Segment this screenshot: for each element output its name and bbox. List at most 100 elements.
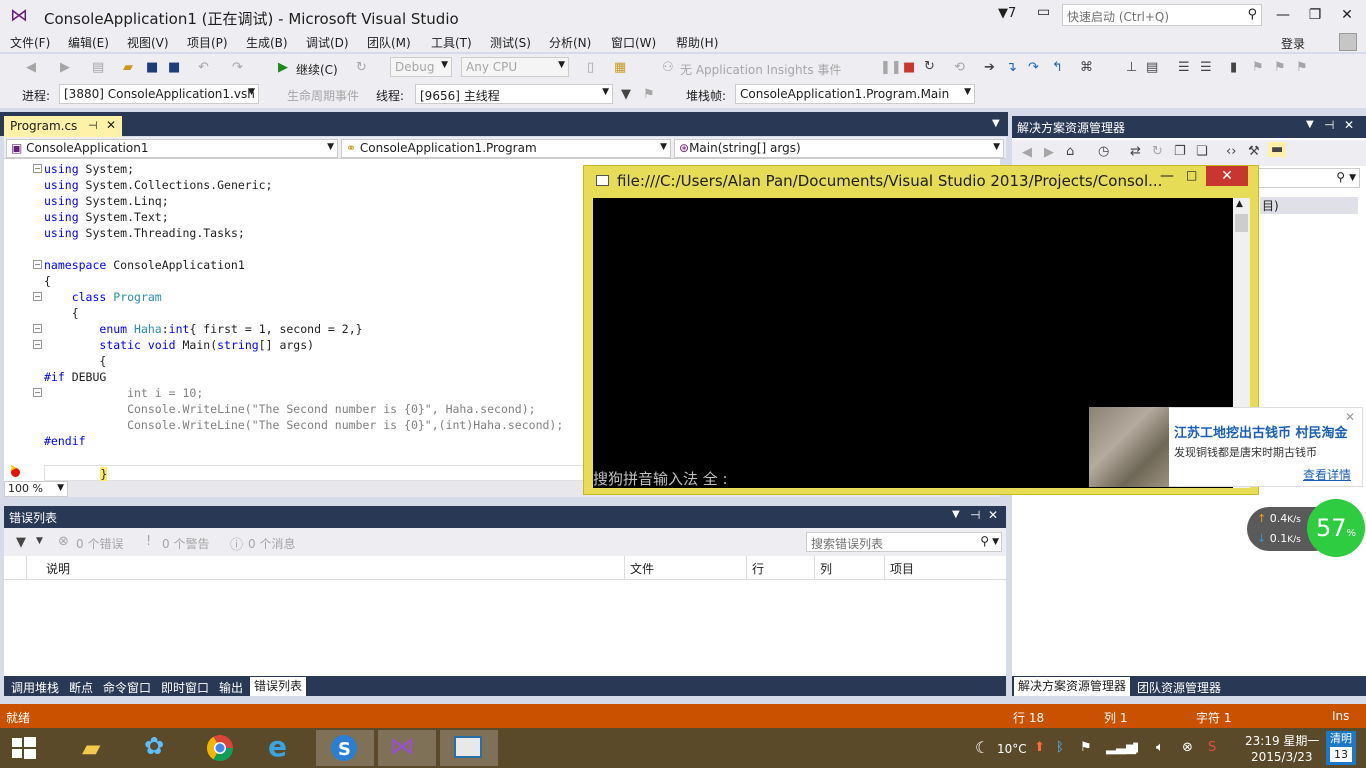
menu-test[interactable]: 测试(S) (490, 34, 531, 51)
menu-debug[interactable]: 调试(D) (306, 34, 349, 51)
taskbar-visual-studio[interactable]: ⋈ (378, 730, 436, 766)
quick-launch-input[interactable]: 快速启动 (Ctrl+Q) ⚲ (1062, 4, 1262, 26)
notifications-button[interactable]: ▼7 (998, 6, 1016, 21)
continue-play-icon[interactable]: ▶ (278, 60, 288, 75)
flag-icon[interactable]: ⚑ (1080, 740, 1092, 755)
class-nav-select[interactable]: ⚭ ConsoleApplication1.Program ▼ (341, 139, 671, 158)
menu-analyze[interactable]: 分析(N) (549, 34, 591, 51)
menu-view[interactable]: 视图(V) (127, 34, 169, 51)
column-project[interactable]: 项目 (890, 560, 914, 577)
status-icon[interactable]: ⊗ (1182, 740, 1193, 755)
forward-icon[interactable]: ▶ (1044, 145, 1054, 160)
menu-file[interactable]: 文件(F) (10, 34, 50, 51)
insights-label[interactable]: 无 Application Insights 事件 (680, 61, 841, 78)
messages-filter-button[interactable]: 0 个消息 (248, 535, 295, 552)
column-description[interactable]: 说明 (46, 560, 70, 577)
preview-icon[interactable]: ▬ (1268, 142, 1287, 157)
menu-tools[interactable]: 工具(T) (431, 34, 472, 51)
menu-project[interactable]: 项目(P) (187, 34, 228, 51)
editor-gutter[interactable] (4, 159, 32, 481)
platform-select[interactable]: Any CPU ▼ (461, 57, 569, 77)
taskbar-chrome[interactable] (192, 730, 250, 766)
tab-program-cs[interactable]: Program.cs ⊣ ✕ (4, 116, 122, 137)
process-select[interactable]: [3880] ConsoleApplication1.vsh ▼ (59, 84, 259, 104)
close-button[interactable]: ✕ (1334, 4, 1360, 26)
step-out-icon[interactable]: ↰ (1052, 60, 1063, 75)
error-search-input[interactable]: 搜索错误列表 ⚲ ▼ (806, 532, 1002, 552)
home-icon[interactable]: ⌂ (1066, 144, 1074, 159)
restart-debug-icon[interactable]: ↻ (924, 59, 935, 74)
tab-output[interactable]: 输出 (219, 679, 243, 696)
weather-moon-icon[interactable]: ☾ (975, 738, 989, 757)
find-icon[interactable]: ▦ (614, 60, 626, 75)
stop-icon[interactable]: ■ (903, 60, 915, 75)
warnings-filter-button[interactable]: 0 个警告 (162, 535, 209, 552)
collapse-icon[interactable]: − (33, 260, 42, 269)
back-icon[interactable]: ◀ (1022, 145, 1032, 160)
menu-build[interactable]: 生成(B) (246, 34, 288, 51)
chevron-down-icon[interactable]: ▼ (36, 536, 43, 546)
close-icon[interactable]: ✕ (988, 508, 998, 522)
zoom-select[interactable]: 100 % ▼ (4, 481, 68, 497)
console-maximize-button[interactable]: □ (1186, 168, 1197, 182)
member-nav-select[interactable]: ⊛Main(string[] args) ▼ (674, 139, 1004, 158)
thread-select[interactable]: [9656] 主线程 ▼ (415, 84, 613, 104)
chevron-down-icon[interactable]: ▼ (952, 509, 960, 520)
menu-help[interactable]: 帮助(H) (676, 34, 718, 51)
menu-edit[interactable]: 编辑(E) (68, 34, 109, 51)
memory-usage-badge[interactable]: 57% (1307, 499, 1365, 557)
menu-window[interactable]: 窗口(W) (611, 34, 656, 51)
console-scroll-thumb[interactable] (1235, 214, 1248, 232)
view-code-icon[interactable]: ‹› (1226, 144, 1236, 159)
close-icon[interactable]: ✕ (1345, 410, 1355, 424)
step-into-icon[interactable]: ↴ (1006, 60, 1017, 75)
news-title[interactable]: 江苏工地挖出古钱币 村民淘金 (1174, 422, 1348, 441)
refresh-icon[interactable]: ⟲ (954, 60, 965, 75)
redo-icon[interactable]: ↷ (232, 60, 243, 75)
tab-call-stack[interactable]: 调用堆栈 (11, 679, 59, 696)
taskbar-internet-explorer[interactable]: e (254, 730, 312, 766)
uncomment-icon[interactable]: ☰ (1200, 60, 1212, 75)
pin-icon[interactable]: ⊣ (88, 119, 98, 132)
errors-filter-button[interactable]: 0 个错误 (76, 535, 123, 552)
column-file[interactable]: 文件 (630, 560, 654, 577)
close-icon[interactable]: ✕ (106, 118, 116, 132)
clock-date[interactable]: 2015/3/23 (1251, 750, 1313, 764)
clear-bookmarks-icon[interactable]: ⚑ (1296, 60, 1308, 75)
scroll-up-icon[interactable]: ▲ (1236, 199, 1243, 209)
news-more-link[interactable]: 查看详情 (1303, 466, 1351, 483)
filter-icon[interactable]: ▼ (16, 535, 26, 550)
restart-icon[interactable]: ↻ (356, 60, 367, 75)
chevron-down-icon[interactable]: ▼ (1306, 119, 1314, 130)
maximize-button[interactable]: ❐ (1302, 4, 1328, 26)
hex-icon[interactable]: ⌘ (1080, 60, 1093, 75)
login-link[interactable]: 登录 (1281, 35, 1305, 52)
tab-breakpoints[interactable]: 断点 (69, 679, 93, 696)
undo-icon[interactable]: ↶ (198, 60, 209, 75)
configuration-select[interactable]: Debug ▼ (390, 57, 452, 77)
lifecycle-events-button[interactable]: 生命周期事件 (287, 87, 359, 104)
feedback-icon[interactable]: ▭ (1037, 4, 1050, 20)
sogou-tray-icon[interactable]: S (1208, 740, 1216, 755)
collapse-icon[interactable]: − (33, 164, 42, 173)
bookmark-icon[interactable]: ▮ (1230, 60, 1237, 75)
solution-search-input[interactable]: ⚲ ▼ (1258, 168, 1360, 188)
show-all-files-icon[interactable]: ❏ (1196, 144, 1208, 159)
taskbar-sogou[interactable]: S (316, 730, 374, 766)
save-all-icon[interactable]: ■ (168, 60, 180, 75)
new-project-icon[interactable]: ▤ (92, 60, 104, 75)
taskbar-cloud-app[interactable]: ✿ (130, 730, 188, 766)
step-over-icon[interactable]: ↷ (1028, 60, 1039, 75)
show-next-statement-icon[interactable]: ➔ (984, 60, 995, 75)
close-icon[interactable]: ✕ (1344, 118, 1354, 132)
breakpoints-icon[interactable]: ▤ (1146, 60, 1158, 75)
tab-team-explorer[interactable]: 团队资源管理器 (1137, 679, 1221, 696)
collapse-all-icon[interactable]: ❐ (1174, 144, 1186, 159)
solution-tree-item[interactable]: 目) (1260, 197, 1358, 214)
column-line[interactable]: 行 (752, 560, 764, 577)
console-minimize-button[interactable]: — (1160, 168, 1174, 184)
pause-icon[interactable]: ❚❚ (880, 60, 902, 75)
column-column[interactable]: 列 (820, 560, 832, 577)
tab-immediate-window[interactable]: 即时窗口 (161, 679, 209, 696)
save-icon[interactable]: ■ (146, 60, 158, 75)
